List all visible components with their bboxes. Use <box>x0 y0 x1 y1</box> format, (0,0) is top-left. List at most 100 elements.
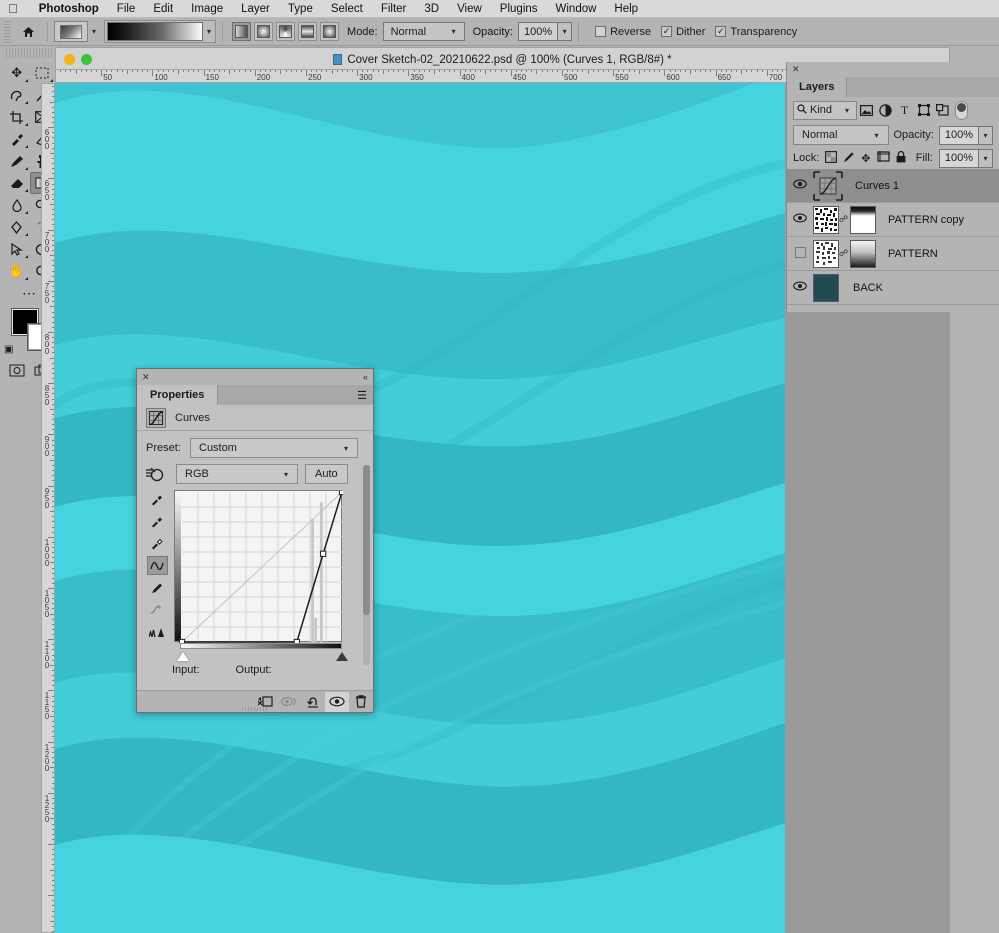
layer-opacity-input[interactable]: 100% <box>938 125 979 145</box>
path-selection-tool[interactable] <box>4 238 30 260</box>
smooth-curve-tool[interactable] <box>147 600 168 619</box>
options-bar-grip[interactable] <box>4 20 11 43</box>
gradient-picker[interactable]: ▾ <box>104 20 217 43</box>
menu-item-edit[interactable]: Edit <box>144 3 182 15</box>
table-row[interactable]: ☍ PATTERN <box>787 237 999 271</box>
move-tool[interactable]: ✥ <box>4 62 30 84</box>
vertical-ruler[interactable]: 600 650 700 750 800 850 900 950 1000 1050 1100 1150… <box>41 83 55 933</box>
hand-tool[interactable]: ✋ <box>4 260 30 282</box>
menu-item-filter[interactable]: Filter <box>372 3 416 15</box>
toggle-visibility-icon[interactable] <box>325 691 349 712</box>
lock-artboard-icon[interactable] <box>876 151 890 165</box>
filter-adjustment-icon[interactable] <box>876 101 895 120</box>
default-colors-icon[interactable]: ▣ <box>4 344 13 355</box>
menu-item-type[interactable]: Type <box>279 3 322 15</box>
layer-thumbnail[interactable] <box>813 239 839 268</box>
layer-visibility-toggle[interactable] <box>787 213 813 226</box>
black-input-slider[interactable] <box>336 652 348 661</box>
properties-scrollbar[interactable] <box>363 465 370 665</box>
layer-mask-thumbnail[interactable] <box>850 205 876 234</box>
blur-tool[interactable] <box>4 194 30 216</box>
apple-logo-icon[interactable]:  <box>8 2 18 15</box>
opacity-input[interactable]: 100% <box>517 22 559 41</box>
crop-tool[interactable] <box>4 106 30 128</box>
menu-item-image[interactable]: Image <box>182 3 232 15</box>
white-input-slider[interactable] <box>177 652 189 661</box>
layer-thumbnail[interactable] <box>813 170 843 201</box>
collapse-panel-icon[interactable]: « <box>363 372 368 382</box>
layers-panel-titlebar[interactable]: ✕ <box>787 62 999 77</box>
channel-select[interactable]: RGB ▾ <box>176 464 298 484</box>
menu-item-3d[interactable]: 3D <box>415 3 448 15</box>
eraser-tool[interactable] <box>4 172 30 194</box>
reset-adjustment-icon[interactable] <box>301 692 325 712</box>
close-icon[interactable]: ✕ <box>142 372 150 383</box>
home-icon[interactable] <box>15 21 41 43</box>
table-row[interactable]: ☍ PATTERN copy <box>787 203 999 237</box>
pen-tool[interactable] <box>4 216 30 238</box>
layer-visibility-toggle[interactable] <box>787 281 813 294</box>
blend-mode-select[interactable]: Normal ▾ <box>382 22 465 41</box>
panel-resize-grip[interactable] <box>242 707 268 711</box>
reverse-checkbox[interactable]: Reverse <box>595 26 651 38</box>
curve-point-tool[interactable] <box>146 556 168 575</box>
linear-gradient-icon[interactable] <box>232 22 252 41</box>
filter-pixel-icon[interactable] <box>857 101 876 120</box>
menu-item-view[interactable]: View <box>448 3 491 15</box>
auto-button[interactable]: Auto <box>305 464 348 484</box>
panel-menu-icon[interactable]: ☰ <box>351 385 373 405</box>
view-previous-state-icon[interactable] <box>277 692 301 712</box>
properties-panel-titlebar[interactable]: ✕ « <box>137 369 373 385</box>
layer-thumbnail[interactable] <box>813 273 839 302</box>
rectangular-marquee-tool[interactable] <box>30 62 56 84</box>
fill-input[interactable]: 100% <box>938 148 979 168</box>
menu-item-select[interactable]: Select <box>322 3 372 15</box>
delete-adjustment-icon[interactable] <box>349 692 373 712</box>
black-point-eyedropper[interactable] <box>147 490 168 509</box>
lock-image-icon[interactable] <box>843 151 855 166</box>
filter-type-icon[interactable]: T <box>895 101 914 120</box>
filter-kind-select[interactable]: Kind ▾ <box>793 100 857 120</box>
tab-properties[interactable]: Properties <box>137 385 219 405</box>
layer-mask-link-icon[interactable]: ☍ <box>839 214 848 225</box>
gray-point-eyedropper[interactable] <box>147 512 168 531</box>
layer-visibility-toggle[interactable] <box>787 179 813 192</box>
filter-shape-icon[interactable] <box>914 101 933 120</box>
layer-opacity-stepper[interactable]: ▾ <box>979 125 993 145</box>
filter-smartobject-icon[interactable] <box>933 101 952 120</box>
preset-select[interactable]: Custom ▾ <box>190 438 358 458</box>
pencil-draw-tool[interactable] <box>147 578 168 597</box>
lock-position-icon[interactable]: ✥ <box>861 152 870 165</box>
menu-item-layer[interactable]: Layer <box>232 3 279 15</box>
radial-gradient-icon[interactable] <box>254 22 274 41</box>
menu-item-window[interactable]: Window <box>547 3 606 15</box>
lasso-tool[interactable] <box>4 84 30 106</box>
transparency-checkbox[interactable]: ✓ Transparency <box>715 26 797 38</box>
layer-thumbnail[interactable] <box>813 205 839 234</box>
curve-graph[interactable] <box>174 490 343 643</box>
layer-blend-mode-select[interactable]: Normal ▾ <box>793 125 889 145</box>
table-row[interactable]: BACK <box>787 271 999 305</box>
lock-transparency-icon[interactable] <box>825 150 838 166</box>
target-adjustment-icon[interactable] <box>146 467 176 482</box>
brush-tool[interactable] <box>4 150 30 172</box>
close-icon[interactable]: ✕ <box>792 64 800 75</box>
reflected-gradient-icon[interactable] <box>298 22 318 41</box>
eyedropper-tool[interactable] <box>4 128 30 150</box>
menu-item-plugins[interactable]: Plugins <box>491 3 547 15</box>
chevron-down-icon[interactable]: ▾ <box>92 27 96 36</box>
gradient-swatch-icon[interactable] <box>54 21 88 42</box>
diamond-gradient-icon[interactable] <box>320 22 340 41</box>
menu-item-help[interactable]: Help <box>605 3 647 15</box>
opacity-stepper[interactable]: ▾ <box>558 22 573 41</box>
layer-visibility-toggle[interactable] <box>787 246 813 261</box>
table-row[interactable]: Curves 1 <box>787 169 999 203</box>
tab-layers[interactable]: Layers <box>787 77 848 97</box>
white-point-eyedropper[interactable] <box>147 534 168 553</box>
angle-gradient-icon[interactable] <box>276 22 296 41</box>
menu-item-file[interactable]: File <box>108 3 145 15</box>
curve-display-options[interactable] <box>147 622 168 641</box>
toolbar-grip[interactable] <box>6 48 53 58</box>
lock-all-icon[interactable] <box>896 150 906 166</box>
layer-mask-link-icon[interactable]: ☍ <box>839 248 848 259</box>
